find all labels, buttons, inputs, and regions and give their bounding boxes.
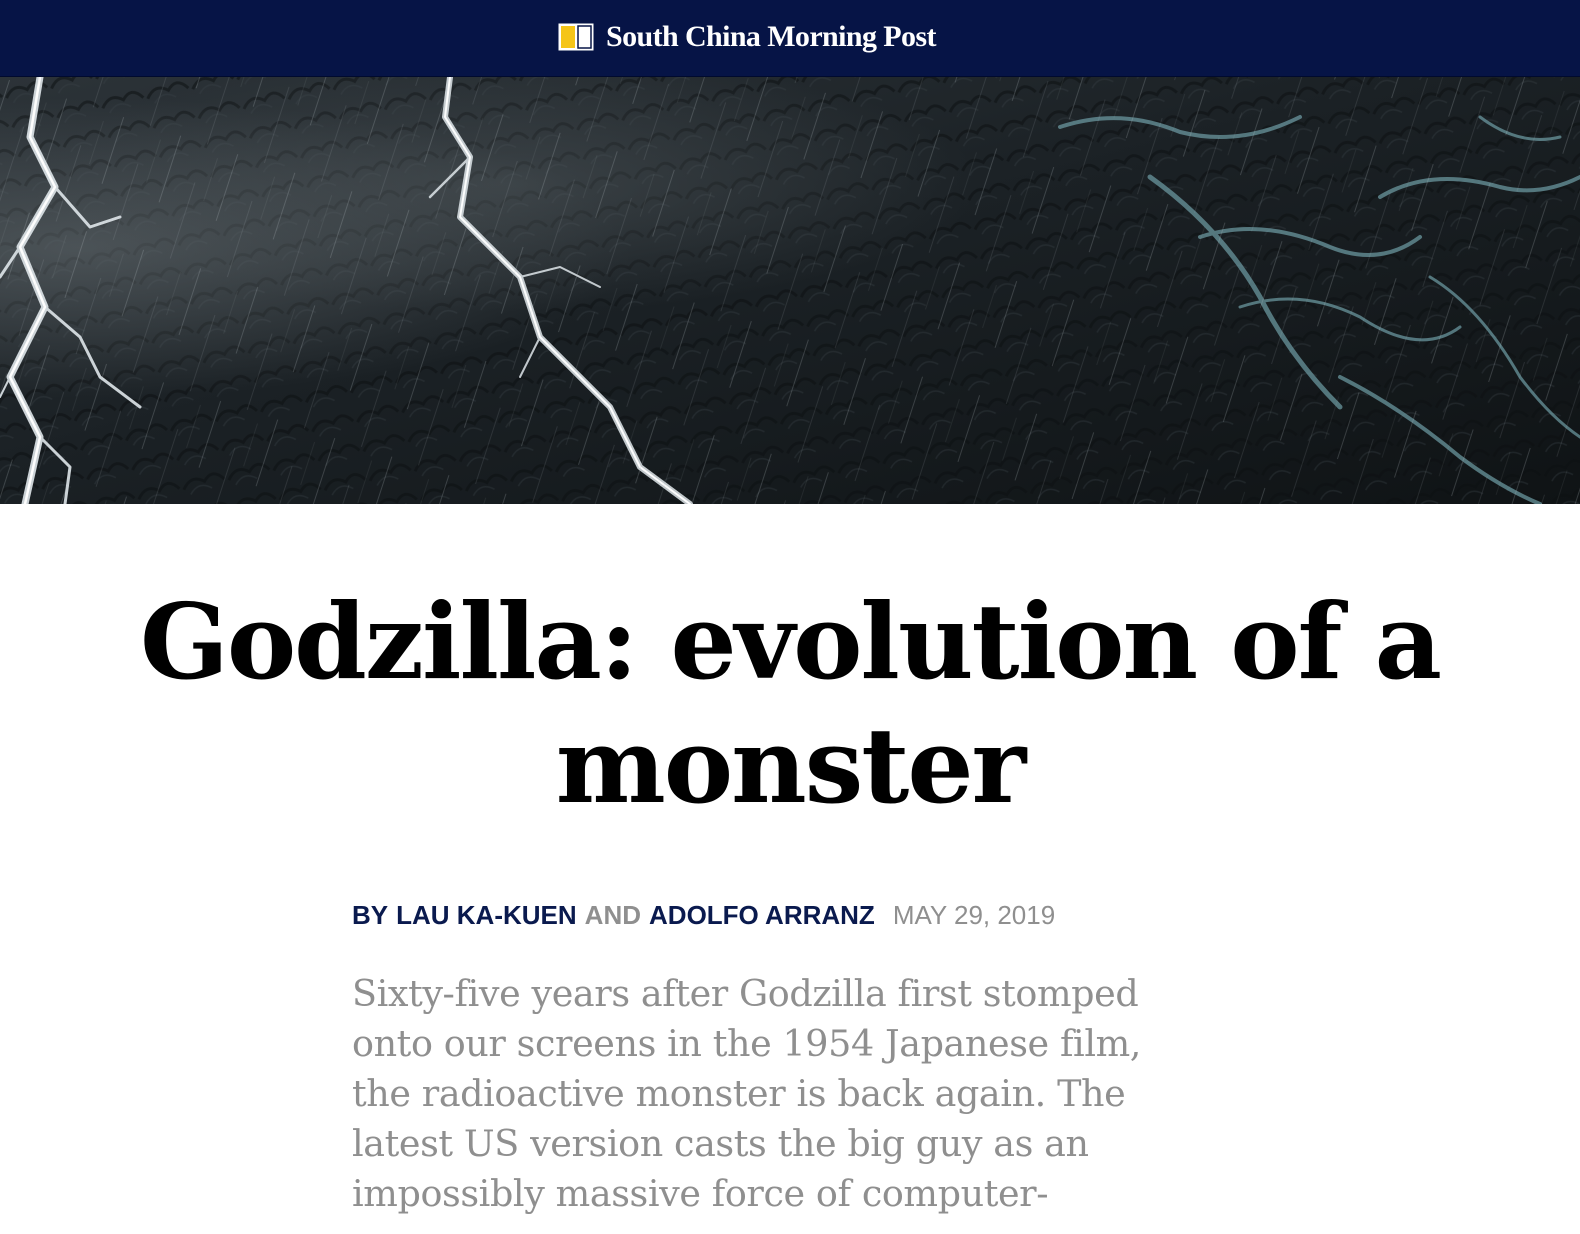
byline-prefix: BY (352, 899, 389, 930)
author-link-lau-ka-kuen[interactable]: LAU KA-KUEN (396, 900, 577, 931)
byline-connector: AND (584, 899, 642, 930)
hero-image (0, 77, 1580, 504)
publish-date: MAY 29, 2019 (892, 899, 1056, 930)
article-lede: Sixty-five years after Godzilla first st… (352, 972, 1142, 1215)
brand-name: South China Morning Post (606, 20, 936, 53)
article-headline: Godzilla: evolution of a monster (140, 580, 1442, 827)
brand-logo-link[interactable]: South China Morning Post (557, 19, 936, 55)
article-byline: BY LAU KA-KUEN AND ADOLFO ARRANZ MAY 29,… (352, 898, 1055, 932)
site-header: South China Morning Post (0, 0, 1580, 77)
scmp-logo-icon (558, 23, 594, 51)
author-link-adolfo-arranz[interactable]: ADOLFO ARRANZ (649, 900, 875, 931)
